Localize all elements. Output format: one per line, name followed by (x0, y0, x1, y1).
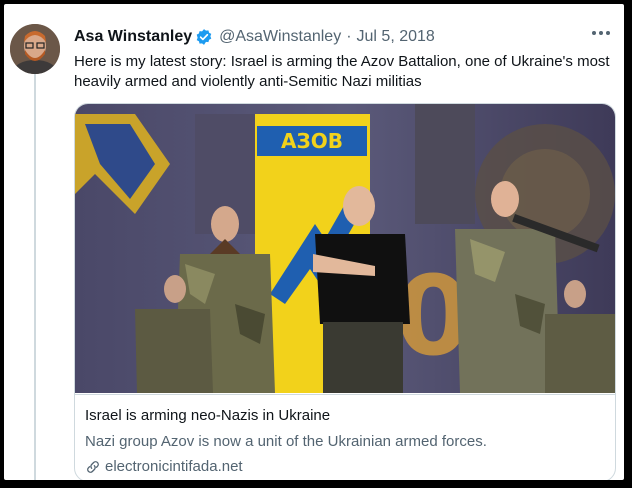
card-title[interactable]: Israel is arming neo-Nazis in Ukraine (85, 407, 330, 424)
link-card[interactable]: 0 АЗОВ Israel is arming neo-Nazis in Ukr… (74, 103, 616, 480)
verified-badge-icon (196, 29, 212, 45)
banner-text: АЗОВ (281, 129, 343, 153)
author-name[interactable]: Asa Winstanley (74, 28, 192, 46)
tweet-header: Asa Winstanley @AsaWinstanley · Jul 5, 2… (74, 26, 435, 48)
card-domain[interactable]: electronicintifada.net (85, 458, 243, 475)
thread-line (34, 66, 36, 480)
link-icon (87, 460, 99, 473)
author-handle[interactable]: @AsaWinstanley (219, 28, 341, 46)
more-options-icon[interactable] (590, 26, 612, 40)
card-body[interactable]: Israel is arming neo-Nazis in Ukraine Na… (75, 394, 615, 480)
separator-dot: · (346, 28, 352, 45)
tweet-container: Asa Winstanley @AsaWinstanley · Jul 5, 2… (4, 4, 624, 480)
card-description: Nazi group Azov is now a unit of the Ukr… (85, 433, 487, 450)
tweet-text: Here is my latest story: Israel is armin… (74, 53, 610, 90)
tweet-date[interactable]: Jul 5, 2018 (357, 28, 435, 46)
avatar[interactable] (10, 24, 60, 74)
card-image: 0 АЗОВ (75, 104, 615, 393)
card-domain-text[interactable]: electronicintifada.net (105, 458, 243, 475)
